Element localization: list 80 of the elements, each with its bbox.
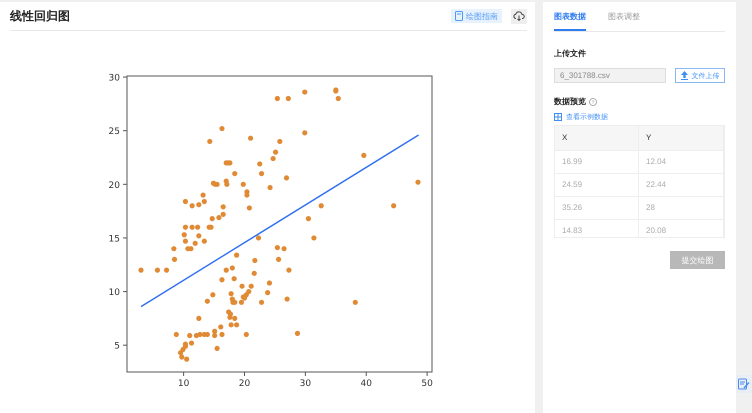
- scatter-point: [284, 175, 290, 180]
- scatter-point: [294, 330, 300, 336]
- upload-icon: [680, 71, 688, 80]
- scatter-point: [391, 203, 396, 208]
- table-cell: 12.04: [638, 150, 724, 173]
- section-heading: 上传文件: [554, 48, 587, 59]
- scatter-point: [207, 138, 212, 144]
- scatter-point: [240, 182, 246, 187]
- scatter-point: [252, 270, 257, 276]
- scatter-point: [286, 268, 292, 273]
- scatter-point: [138, 268, 144, 273]
- axis-tick-label: 15: [108, 234, 120, 244]
- scatter-point: [284, 296, 290, 302]
- scatter-point: [267, 184, 273, 190]
- table-cell: 20.08: [638, 219, 724, 237]
- table-cell: 35.26: [555, 196, 639, 219]
- scatter-point: [220, 204, 226, 210]
- axis-tick-label: 10: [178, 379, 190, 389]
- table-cell: 22.44: [638, 173, 724, 196]
- scatter-point: [219, 126, 225, 132]
- axis-tick-label: 20: [238, 379, 250, 389]
- table-cell: 24.59: [555, 173, 639, 196]
- scatter-point: [196, 316, 202, 321]
- tab[interactable]: 图表数据: [554, 11, 586, 31]
- table-icon: [554, 113, 562, 121]
- axis-tick-label: 5: [114, 342, 120, 352]
- axis-tick-label: 20: [108, 180, 120, 191]
- scatter-point: [154, 268, 160, 273]
- column-header: X: [555, 126, 639, 150]
- document-icon: [455, 11, 463, 21]
- table-cell: 14.83: [555, 219, 639, 237]
- tab[interactable]: 图表调整: [608, 11, 640, 31]
- scatter-point: [266, 280, 272, 286]
- scatter-point: [164, 268, 170, 273]
- scatter-point: [361, 152, 366, 158]
- scatter-point: [258, 171, 264, 176]
- scatter-point: [214, 346, 220, 351]
- scatter-point: [415, 180, 421, 185]
- scatter-point: [232, 171, 238, 176]
- scatter-point: [318, 203, 324, 208]
- section-heading: 数据预览: [554, 96, 586, 107]
- scatter-point: [276, 256, 282, 262]
- scatter-point: [171, 246, 176, 252]
- scatter-point: [336, 96, 341, 102]
- scatter-point: [256, 235, 262, 241]
- scatter-point: [174, 332, 179, 338]
- scatter-point: [311, 235, 316, 241]
- axis-tick-label: 25: [108, 127, 120, 138]
- scatter-point: [257, 161, 262, 167]
- guide-button[interactable]: 绘图指南: [451, 9, 502, 23]
- scatter-point: [302, 130, 308, 136]
- download-button[interactable]: [511, 8, 527, 24]
- scatter-point: [306, 216, 312, 222]
- scatter-point: [234, 252, 240, 258]
- document-edit-icon[interactable]: [736, 375, 752, 393]
- scatter-point: [274, 96, 280, 102]
- scatter-point: [244, 332, 249, 338]
- table-cell: 16.99: [555, 150, 639, 173]
- axis-tick-label: 40: [360, 379, 372, 389]
- axis-tick-label: 10: [108, 288, 120, 298]
- axis-tick-label: 30: [108, 74, 120, 84]
- axis-tick-label: 50: [421, 379, 433, 389]
- scatter-point: [252, 258, 258, 264]
- table-cell: 28: [638, 196, 724, 219]
- scatter-point: [232, 276, 237, 282]
- scatter-point: [302, 89, 308, 95]
- scatter-point: [352, 300, 358, 305]
- column-header: Y: [638, 126, 724, 150]
- scatter-point: [265, 290, 270, 296]
- file-name-field[interactable]: 6_301788.csv: [554, 68, 666, 83]
- scatter-point: [286, 96, 291, 102]
- scatter-point: [172, 256, 178, 262]
- scatter-point: [219, 332, 225, 338]
- scatter-point: [277, 138, 282, 144]
- axis-tick-label: 30: [300, 379, 312, 389]
- scatter-point: [219, 277, 225, 282]
- scatter-point: [248, 136, 254, 141]
- scatter-point: [246, 205, 252, 211]
- scatter-point: [258, 300, 264, 305]
- chart-title: 线性回归图: [10, 8, 70, 24]
